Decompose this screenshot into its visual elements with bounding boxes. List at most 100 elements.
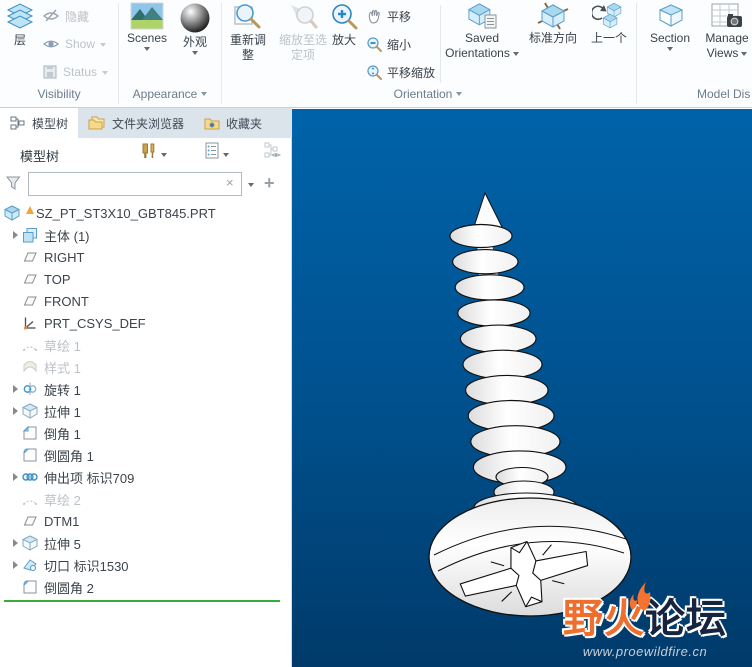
refit-button[interactable]: 重新调 整 — [222, 2, 274, 62]
tree-item[interactable]: RIGHT — [0, 246, 290, 268]
style-icon — [22, 359, 38, 375]
model-tree-panel: 模型树 × + SZ_PT_ST3X10_GBT845.PRT 主体 (1) RIG… — [0, 138, 292, 667]
tree-item[interactable]: 草绘 1 — [0, 334, 290, 356]
dropdown-caret-icon — [201, 92, 208, 96]
tree-item[interactable]: 拉伸 1 — [0, 400, 290, 422]
section-button[interactable]: Section — [644, 2, 696, 51]
tree-item[interactable]: 切口 标识1530 — [0, 554, 290, 576]
tree-item[interactable]: 伸出项 标识709 — [0, 466, 290, 488]
tree-item-label: TOP — [44, 271, 71, 287]
dropdown-caret-icon — [100, 42, 107, 47]
dropdown-caret-icon — [667, 47, 673, 51]
zoom-in-icon — [329, 2, 359, 32]
zoom-out-icon — [366, 36, 382, 52]
appearance-label: 外观 — [182, 35, 207, 49]
folder-browser-icon — [88, 115, 106, 131]
tree-tools-button[interactable] — [140, 142, 167, 160]
tree-eye-icon — [264, 142, 282, 160]
ribbon-toolbar: 层 隐藏 Show Status Visibility Scenes 外观 Ap… — [0, 0, 752, 108]
tree-item[interactable]: 倒角 1 — [0, 422, 290, 444]
hide-button[interactable]: 隐藏 — [40, 2, 118, 30]
refit-icon — [233, 2, 263, 32]
scenes-button[interactable]: Scenes — [122, 2, 172, 51]
tree-item[interactable]: FRONT — [0, 290, 290, 312]
favorites-icon — [204, 115, 220, 131]
dropdown-caret-icon — [741, 51, 748, 56]
filter-dropdown-caret-icon[interactable] — [248, 183, 254, 187]
tab-model-tree[interactable]: 模型树 — [0, 108, 79, 138]
previous-view-button[interactable]: 上一个 — [586, 2, 632, 45]
tab-folder-browser[interactable]: 文件夹浏览器 — [78, 108, 194, 138]
tree-item[interactable]: 草绘 2 — [0, 488, 290, 510]
tree-item[interactable]: SZ_PT_ST3X10_GBT845.PRT — [0, 202, 290, 224]
tree-display-button[interactable] — [264, 142, 282, 160]
pan-zoom-button[interactable]: 平移缩放 — [364, 58, 440, 86]
tab-favorites[interactable]: 收藏夹 — [194, 108, 272, 138]
layers-icon — [5, 2, 35, 32]
manage-views-button[interactable]: Manage Views — [700, 2, 752, 60]
saved-orientations-button[interactable]: Saved Orientations — [444, 2, 520, 60]
tree-item-label: SZ_PT_ST3X10_GBT845.PRT — [36, 205, 216, 221]
warning-icon — [26, 206, 34, 214]
orientation-group-label: Orientation — [222, 87, 634, 101]
visibility-stack: 隐藏 Show Status — [40, 2, 118, 86]
show-label: Show — [65, 37, 96, 51]
tree-item[interactable]: TOP — [0, 268, 290, 290]
tree-item[interactable]: 样式 1 — [0, 356, 290, 378]
arrow-spacer — [10, 493, 22, 505]
arrow-spacer — [10, 273, 22, 285]
screw-model[interactable] — [292, 109, 752, 667]
arrow-spacer — [10, 339, 22, 351]
tree-item[interactable]: 倒圆角 1 — [0, 444, 290, 466]
zoom-to-selected-button[interactable]: 缩放至选 定项 — [276, 2, 330, 62]
expand-arrow-icon[interactable] — [10, 405, 22, 417]
expand-arrow-icon[interactable] — [10, 383, 22, 395]
tree-item[interactable]: 旋转 1 — [0, 378, 290, 400]
csys-icon — [22, 315, 38, 331]
watermark: 野火论坛 www.proewildfire.cn — [542, 582, 748, 659]
scenes-icon — [130, 2, 164, 30]
arrow-spacer — [10, 295, 22, 307]
pan-button[interactable]: 平移 — [364, 2, 440, 30]
tree-item-label: 倒角 1 — [44, 426, 81, 442]
status-label: Status — [63, 65, 98, 79]
tree-item[interactable]: DTM1 — [0, 510, 290, 532]
add-filter-button[interactable]: + — [264, 172, 275, 194]
expand-arrow-icon[interactable] — [10, 559, 22, 571]
body-icon — [22, 227, 38, 243]
watermark-url: www.proewildfire.cn — [582, 644, 708, 659]
visibility-group-label: Visibility — [37, 87, 81, 101]
tree-settings-button[interactable] — [204, 142, 229, 160]
insert-indicator-line[interactable] — [4, 600, 280, 602]
show-button[interactable]: Show — [40, 30, 118, 58]
tree-item-label: 草绘 1 — [44, 338, 81, 354]
tree-item-label: 倒圆角 2 — [44, 580, 94, 596]
zoom-in-button[interactable]: 放大 — [326, 2, 362, 47]
navigator-tabbar: 模型树 文件夹浏览器 收藏夹 — [0, 108, 292, 138]
sketch-icon — [22, 337, 38, 353]
expand-arrow-icon[interactable] — [10, 537, 22, 549]
manage-views-icon — [711, 2, 743, 30]
tree-filter-input[interactable] — [28, 172, 242, 196]
3d-viewport[interactable]: 野火论坛 www.proewildfire.cn — [292, 109, 752, 667]
zoom-out-button[interactable]: 缩小 — [364, 30, 440, 58]
expand-arrow-icon[interactable] — [10, 229, 22, 241]
part-icon — [3, 205, 21, 221]
filter-funnel-icon[interactable] — [5, 176, 21, 191]
dropdown-caret-icon — [161, 153, 167, 157]
dropdown-caret-icon — [456, 92, 463, 96]
tree-item[interactable]: 倒圆角 2 — [0, 576, 290, 598]
appearance-button[interactable]: 外观 — [174, 2, 216, 55]
arrow-spacer — [10, 317, 22, 329]
tree-item[interactable]: 拉伸 5 — [0, 532, 290, 554]
layers-button[interactable]: 层 — [2, 2, 38, 47]
tree-item[interactable]: 主体 (1) — [0, 224, 290, 246]
zoom-to-selected-icon — [288, 2, 318, 32]
inner-separator — [440, 5, 441, 83]
appearance-group-label: Appearance — [119, 87, 221, 101]
expand-arrow-icon[interactable] — [10, 471, 22, 483]
clear-filter-icon[interactable]: × — [226, 176, 234, 190]
status-button[interactable]: Status — [40, 58, 118, 86]
tree-item[interactable]: PRT_CSYS_DEF — [0, 312, 290, 334]
standard-orientation-button[interactable]: 标准方向 — [524, 2, 582, 45]
